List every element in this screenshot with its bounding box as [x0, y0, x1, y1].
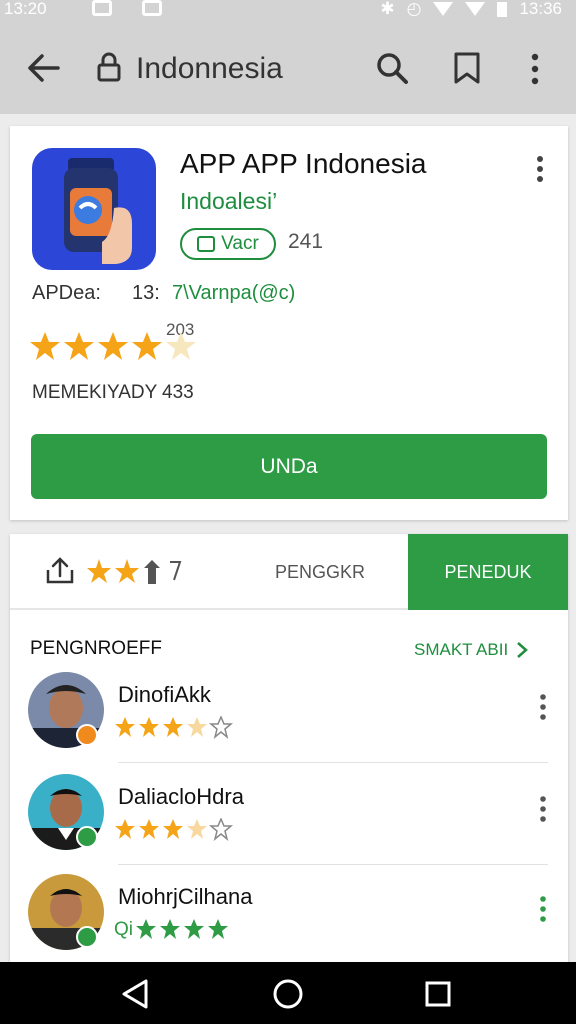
- review-item[interactable]: DinofiAkk: [10, 672, 568, 772]
- app-size: 241: [288, 230, 324, 253]
- reviewer-name: MiohrjCilhana: [118, 884, 253, 909]
- status-time-left: 13:20: [4, 0, 47, 18]
- bookmark-icon[interactable]: [450, 50, 484, 86]
- divider: [118, 762, 548, 763]
- review-stars: Qi: [114, 918, 245, 942]
- notification-icons: [92, 0, 162, 16]
- tab-bar: PENGGKR PENEDUK: [10, 534, 568, 610]
- status-icons: ✱ ◴ 13:36: [380, 0, 562, 18]
- notification-icon: [142, 0, 162, 16]
- reviewer-badge-icon: [76, 926, 98, 948]
- more-vert-icon[interactable]: [536, 794, 550, 824]
- toolbar-title: Indonnesia: [136, 52, 283, 85]
- notification-icon: [92, 0, 112, 16]
- tab-share-rate[interactable]: [10, 534, 230, 610]
- review-item[interactable]: MiohrjCilhana Qi: [10, 874, 568, 974]
- status-bar: 13:20 ✱ ◴ 13:36: [0, 0, 576, 22]
- signal-icon: [465, 2, 486, 16]
- badge-label: Vacr: [221, 233, 259, 254]
- meta2-label: MEMEKIYADY: [32, 382, 158, 403]
- phone-hand-icon: [64, 158, 132, 264]
- bluetooth-icon: ✱: [380, 0, 395, 18]
- reviewer-name: DinofiAkk: [118, 682, 211, 707]
- nav-recent-icon[interactable]: [424, 980, 452, 1008]
- nav-home-icon[interactable]: [272, 978, 304, 1010]
- badge-icon: [197, 236, 216, 252]
- star-row-icon: [30, 332, 196, 360]
- status-time-right: 13:36: [519, 0, 562, 18]
- meta-number: 13:: [132, 282, 160, 304]
- more-vert-icon[interactable]: [524, 52, 546, 86]
- nav-back-icon[interactable]: [120, 978, 152, 1010]
- review-item[interactable]: DaliacloHdra: [10, 774, 568, 874]
- lock-icon: [97, 52, 121, 82]
- alarm-icon: ◴: [406, 0, 422, 18]
- rating-stars: [28, 330, 208, 364]
- section-title: PENGNROEFF: [30, 638, 162, 659]
- tab-star-icons: [86, 558, 196, 588]
- review-prefix: Qi: [114, 919, 133, 940]
- reviewer-name: DaliacloHdra: [118, 784, 244, 809]
- app-developer-link[interactable]: Indoalesi’: [180, 188, 277, 215]
- meta-link[interactable]: 7\Varnpa(@c): [172, 282, 295, 305]
- reviewer-badge-icon: [76, 826, 98, 848]
- content-rating-badge: Vacr: [180, 228, 276, 260]
- app-name: APP APP Indonesia: [180, 148, 427, 179]
- review-stars: [114, 818, 244, 842]
- more-vert-icon[interactable]: [536, 894, 550, 924]
- app-toolbar: Indonnesia: [0, 22, 576, 114]
- meta-label: APDea:: [32, 282, 101, 304]
- tab-selected[interactable]: PENEDUK: [408, 534, 568, 610]
- tab-reviews[interactable]: PENGGKR: [232, 534, 408, 610]
- see-all-label: SMAKT ABII: [414, 640, 509, 659]
- search-icon[interactable]: [374, 50, 410, 86]
- more-vert-icon[interactable]: [536, 692, 550, 722]
- battery-icon: [497, 1, 508, 17]
- see-all-link[interactable]: SMAKT ABII: [414, 640, 529, 660]
- reviewer-badge-icon: [76, 724, 98, 746]
- share-icon: [46, 557, 74, 584]
- back-arrow-icon[interactable]: [24, 50, 64, 86]
- app-icon[interactable]: [32, 148, 156, 270]
- app-info-card: APP APP Indonesia Indoalesi’ Vacr 241 AP…: [10, 126, 568, 520]
- divider: [118, 864, 548, 865]
- more-vert-icon[interactable]: [532, 154, 548, 184]
- chevron-right-icon: [517, 642, 529, 658]
- system-nav-bar: [0, 962, 576, 1024]
- install-button[interactable]: UNDa: [31, 434, 547, 499]
- review-stars: [114, 716, 244, 740]
- reviews-card: PENGGKR PENEDUK PENGNROEFF SMAKT ABII Di…: [10, 534, 568, 964]
- wifi-icon: [433, 2, 454, 16]
- meta2-value: 433: [162, 382, 194, 403]
